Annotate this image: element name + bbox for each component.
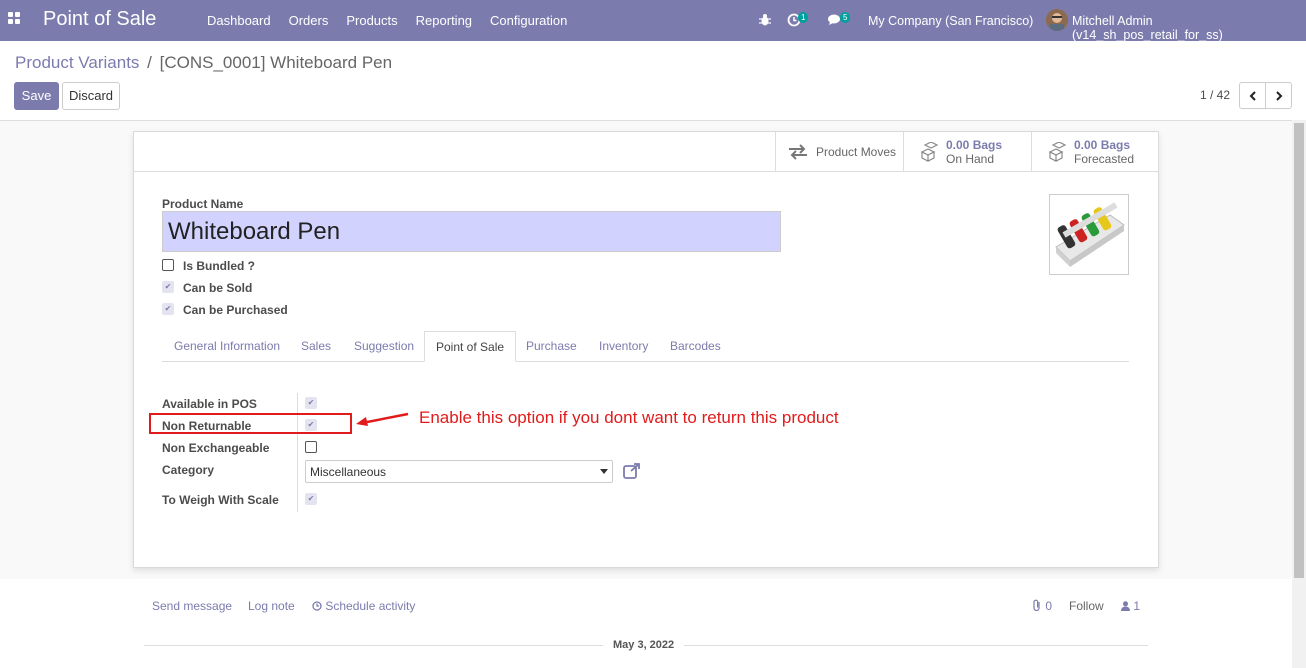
breadcrumb-parent[interactable]: Product Variants <box>15 53 139 72</box>
available-in-pos-checkbox[interactable]: ✔ <box>305 397 317 409</box>
menu-reporting[interactable]: Reporting <box>416 13 472 28</box>
bug-icon[interactable] <box>758 13 772 27</box>
avatar[interactable] <box>1046 9 1068 31</box>
can-be-sold-label: Can be Sold <box>183 281 253 295</box>
tab-general-information[interactable]: General Information <box>174 331 280 362</box>
non-exchangeable-label: Non Exchangeable <box>162 441 270 455</box>
schedule-activity-button[interactable]: Schedule activity <box>312 599 415 613</box>
user-icon <box>1121 601 1130 611</box>
breadcrumb-separator: / <box>147 53 152 72</box>
tab-suggestion[interactable]: Suggestion <box>354 331 414 362</box>
on-hand-label: On Hand <box>946 152 995 166</box>
chevron-left-icon <box>1249 90 1256 101</box>
pager-previous-button[interactable] <box>1239 82 1266 109</box>
forecasted-label: Forecasted <box>1074 152 1135 166</box>
chevron-right-icon <box>1275 90 1282 101</box>
is-bundled-checkbox[interactable] <box>162 259 174 271</box>
save-button[interactable]: Save <box>14 82 59 110</box>
message-date: May 3, 2022 <box>603 639 685 651</box>
category-select[interactable]: Miscellaneous <box>305 460 613 483</box>
send-message-button[interactable]: Send message <box>152 599 232 613</box>
to-weigh-with-scale-label: To Weigh With Scale <box>162 493 279 507</box>
app-title: Point of Sale <box>43 8 157 30</box>
forecasted-button[interactable]: 0.00 Bags Forecasted <box>1031 132 1159 172</box>
followers-button[interactable]: 1 <box>1121 599 1140 613</box>
product-name-label: Product Name <box>162 197 244 211</box>
cubes-icon <box>1048 142 1067 162</box>
product-name-input[interactable]: Whiteboard Pen <box>162 211 781 252</box>
pager-value[interactable]: 1 / 42 <box>1200 88 1230 102</box>
top-navbar: Point of Sale Dashboard Orders Products … <box>0 0 1306 42</box>
breadcrumb: Product Variants / [CONS_0001] Whiteboar… <box>15 53 392 73</box>
main-menu: Dashboard Orders Products Reporting Conf… <box>207 13 585 28</box>
menu-products[interactable]: Products <box>346 13 397 28</box>
follow-button[interactable]: Follow <box>1069 599 1104 613</box>
attachments-count: 0 <box>1045 599 1053 613</box>
category-value: Miscellaneous <box>310 465 387 479</box>
clock-icon <box>312 601 322 611</box>
to-weigh-with-scale-checkbox[interactable]: ✔ <box>305 493 317 505</box>
can-be-sold-checkbox[interactable]: ✔ <box>162 281 174 293</box>
can-be-purchased-label: Can be Purchased <box>183 303 288 317</box>
tab-sales[interactable]: Sales <box>301 331 331 362</box>
activity-count-badge: 1 <box>798 12 809 23</box>
pager-next-button[interactable] <box>1265 82 1292 109</box>
apps-menu-icon[interactable] <box>8 12 22 26</box>
tab-barcodes[interactable]: Barcodes <box>670 331 721 362</box>
discard-button[interactable]: Discard <box>62 82 120 110</box>
user-menu[interactable]: Mitchell Admin (v14_sh_pos_retail_for_ss… <box>1072 14 1306 42</box>
log-note-button[interactable]: Log note <box>248 599 295 613</box>
on-hand-value: 0.00 Bags <box>946 138 1003 152</box>
menu-orders[interactable]: Orders <box>289 13 329 28</box>
field-separator <box>297 393 298 512</box>
attachments-button[interactable]: 0 <box>1032 599 1052 613</box>
is-bundled-label: Is Bundled ? <box>183 259 255 273</box>
paperclip-icon <box>1033 599 1040 612</box>
tab-inventory[interactable]: Inventory <box>599 331 648 362</box>
annotation-highlight-box <box>149 413 352 434</box>
external-link-icon[interactable] <box>623 463 641 479</box>
product-image[interactable] <box>1049 194 1129 275</box>
available-in-pos-label: Available in POS <box>162 397 257 411</box>
annotation-arrow-icon <box>354 411 410 427</box>
non-exchangeable-checkbox[interactable] <box>305 441 317 453</box>
cubes-icon <box>920 142 939 162</box>
category-label: Category <box>162 463 215 477</box>
on-hand-button[interactable]: 0.00 Bags On Hand <box>903 132 1031 172</box>
can-be-purchased-checkbox[interactable]: ✔ <box>162 303 174 315</box>
messages-count-badge: 5 <box>840 12 851 23</box>
tab-point-of-sale[interactable]: Point of Sale <box>424 331 517 362</box>
schedule-activity-label: Schedule activity <box>325 599 416 613</box>
annotation-text: Enable this option if you dont want to r… <box>419 408 839 427</box>
product-moves-button[interactable]: Product Moves <box>775 132 903 172</box>
menu-configuration[interactable]: Configuration <box>490 13 567 28</box>
menu-dashboard[interactable]: Dashboard <box>207 13 271 28</box>
breadcrumb-current: [CONS_0001] Whiteboard Pen <box>159 53 393 72</box>
company-switcher[interactable]: My Company (San Francisco) <box>868 14 1033 28</box>
caret-down-icon <box>600 469 608 474</box>
tab-purchase[interactable]: Purchase <box>526 331 577 362</box>
forecasted-value: 0.00 Bags <box>1074 138 1131 152</box>
exchange-arrows-icon <box>789 144 807 160</box>
product-moves-label: Product Moves <box>816 145 897 159</box>
scrollbar-thumb[interactable] <box>1294 123 1304 578</box>
followers-count: 1 <box>1133 599 1141 613</box>
